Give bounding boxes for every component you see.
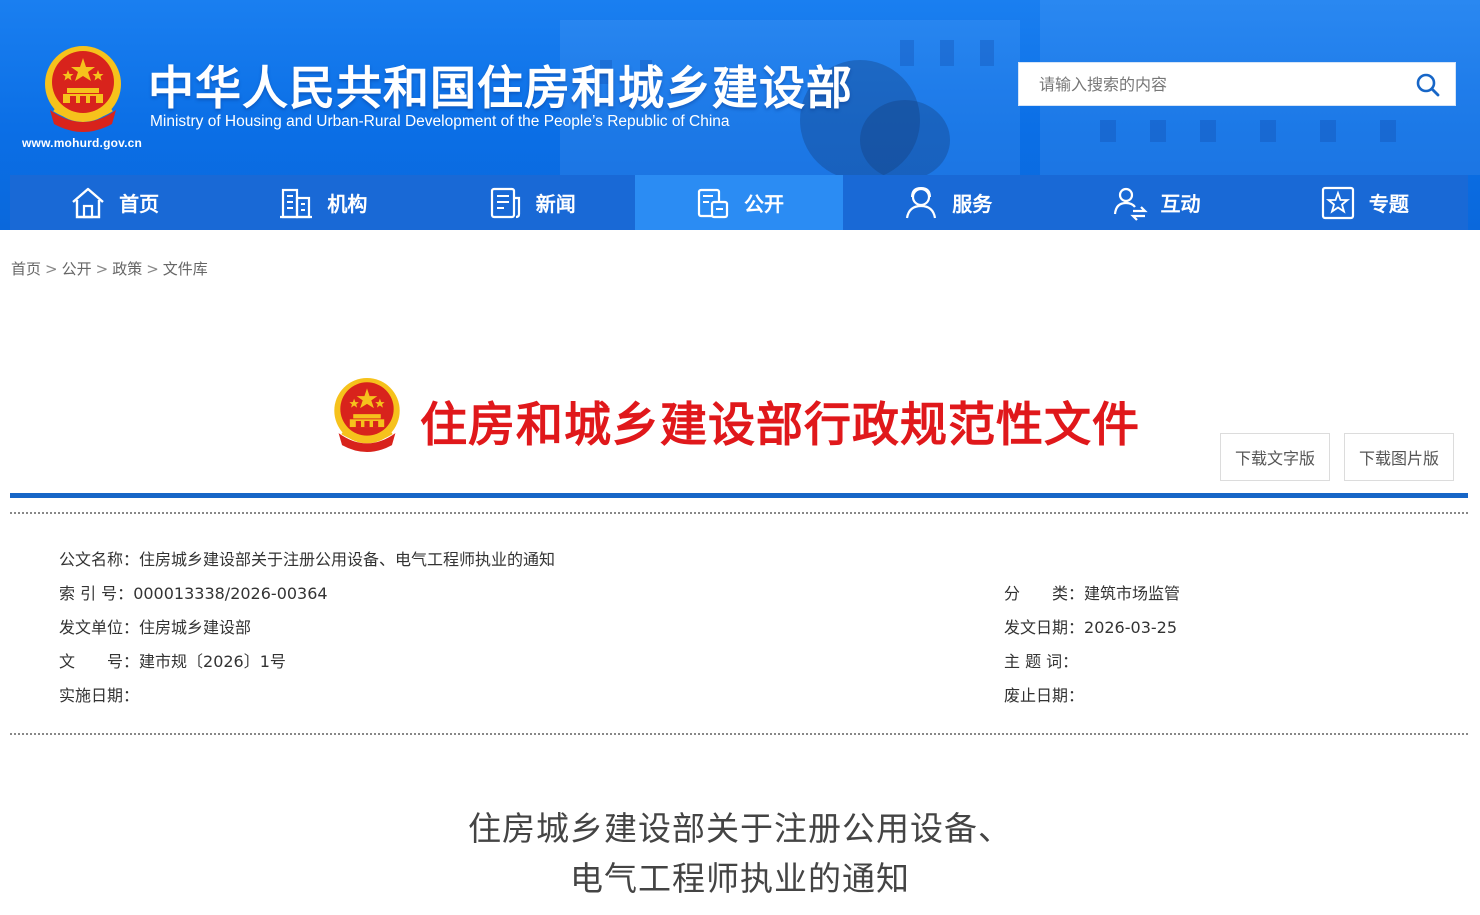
meta-doc-name: 公文名称：住房城乡建设部关于注册公用设备、电气工程师执业的通知 (59, 546, 555, 570)
site-header: www.mohurd.gov.cn 中华人民共和国住房和城乡建设部 Minist… (0, 0, 1480, 230)
building-window (1100, 120, 1116, 142)
meta-issue-date: 发文日期：2026-03-25 (1004, 614, 1177, 638)
service-icon (906, 186, 937, 218)
doc-banner-title: 住房和城乡建设部行政规范性文件 (420, 398, 1140, 453)
divider-dotted (10, 733, 1468, 735)
building-window (1150, 120, 1166, 142)
site-subtitle: Ministry of Housing and Urban-Rural Deve… (150, 113, 730, 130)
star-topic-icon (1321, 186, 1354, 219)
meta-index: 索 引 号：000013338/2026-00364 (59, 580, 328, 604)
search-icon[interactable] (1415, 72, 1441, 98)
divider-thick (10, 493, 1468, 498)
breadcrumb-policy[interactable]: 政策 (112, 260, 142, 278)
meta-value: 2026-03-25 (1084, 618, 1177, 637)
interaction-icon (1113, 187, 1148, 221)
meta-label: 分 类： (1004, 584, 1085, 603)
nav-item-disclosure[interactable]: 公开 (634, 175, 844, 230)
main-nav: 首页 机构 新闻 公开 服务 互动 专题 (10, 175, 1468, 230)
meta-label: 废止日期： (1004, 686, 1085, 705)
breadcrumb-separator: > (95, 260, 109, 278)
building-window (940, 40, 954, 66)
meta-issuer: 发文单位：住房城乡建设部 (59, 614, 251, 638)
meta-label: 发文日期： (1004, 618, 1085, 637)
meta-label: 主 题 词： (1004, 652, 1079, 671)
breadcrumb-separator: > (45, 260, 58, 278)
document-title-line-1: 住房城乡建设部关于注册公用设备、 (468, 809, 1012, 848)
meta-value: 建市规〔2026〕1号 (139, 652, 286, 671)
meta-label: 文 号： (59, 652, 140, 671)
breadcrumb-disclosure[interactable]: 公开 (62, 260, 92, 278)
meta-value: 000013338/2026-00364 (133, 584, 328, 603)
nav-label: 机构 (327, 192, 368, 216)
meta-label: 公文名称： (59, 550, 140, 569)
breadcrumb-home[interactable]: 首页 (11, 260, 41, 278)
background-tree (860, 100, 950, 180)
divider-dotted (10, 512, 1468, 514)
nav-label: 互动 (1160, 192, 1201, 216)
meta-value: 住房城乡建设部关于注册公用设备、电气工程师执业的通知 (139, 550, 556, 569)
building-window (1200, 120, 1216, 142)
news-icon (490, 187, 520, 218)
building-window (1260, 120, 1276, 142)
meta-value: 建筑市场监管 (1084, 584, 1181, 603)
nav-item-interaction[interactable]: 互动 (1051, 175, 1259, 230)
nav-label: 专题 (1368, 192, 1409, 216)
nav-item-topics[interactable]: 专题 (1260, 175, 1468, 230)
meta-value: 住房城乡建设部 (139, 618, 252, 637)
meta-label: 实施日期： (59, 686, 140, 705)
meta-abolish-date: 废止日期： (1004, 682, 1084, 706)
nav-label: 新闻 (535, 192, 576, 216)
nav-label: 公开 (743, 192, 784, 216)
breadcrumb: 首页 > 公开 > 政策 > 文件库 (11, 258, 208, 279)
meta-keywords: 主 题 词： (1004, 648, 1078, 672)
meta-category: 分 类：建筑市场监管 (1004, 580, 1180, 604)
document-title-line-2: 电气工程师执业的通知 (570, 859, 910, 898)
meta-doc-number: 文 号：建市规〔2026〕1号 (59, 648, 286, 672)
download-image-button[interactable]: 下载图片版 (1344, 433, 1454, 481)
nav-label: 服务 (952, 192, 993, 216)
building-window (1320, 120, 1336, 142)
search-box (1018, 62, 1456, 106)
disclosure-icon (697, 188, 729, 218)
site-title: 中华人民共和国住房和城乡建设部 (148, 61, 853, 115)
breadcrumb-separator: > (146, 260, 159, 278)
nav-label: 首页 (119, 192, 160, 216)
site-url: www.mohurd.gov.cn (22, 136, 143, 150)
nav-item-organization[interactable]: 机构 (218, 175, 426, 230)
meta-label: 索 引 号： (59, 584, 134, 603)
breadcrumb-file-library[interactable]: 文件库 (163, 260, 208, 278)
meta-effective-date: 实施日期： (59, 682, 139, 706)
national-emblem-icon (45, 46, 121, 132)
download-text-button[interactable]: 下载文字版 (1220, 433, 1330, 481)
nav-item-home[interactable]: 首页 (10, 175, 218, 230)
building-icon (280, 188, 313, 218)
nav-item-service[interactable]: 服务 (843, 175, 1051, 230)
national-emblem-icon (334, 378, 400, 452)
building-window (1380, 120, 1396, 142)
home-icon (72, 187, 104, 218)
nav-item-news[interactable]: 新闻 (427, 175, 635, 230)
meta-label: 发文单位： (59, 618, 140, 637)
building-window (980, 40, 994, 66)
search-input[interactable] (1019, 63, 1399, 105)
building-window (900, 40, 914, 66)
